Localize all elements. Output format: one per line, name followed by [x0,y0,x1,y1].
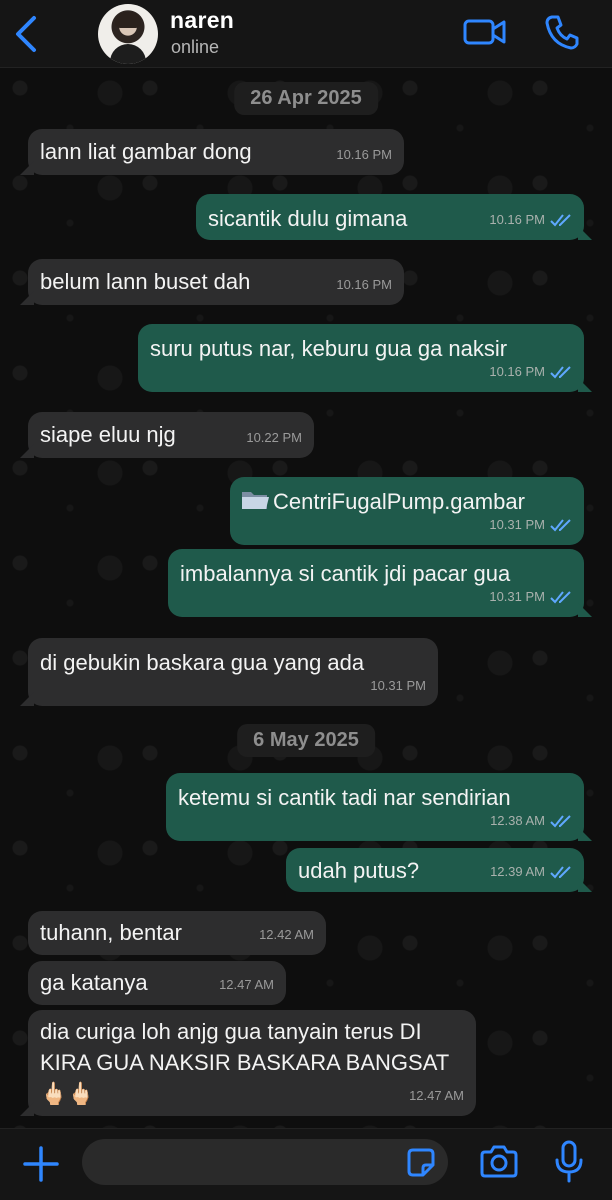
chat-header: naren online [0,0,612,68]
message-incoming[interactable]: di gebukin baskara gua yang ada 10.31 PM [20,638,438,706]
message-time: 10.16 PM [489,212,545,227]
folder-icon [242,492,269,509]
message-text: imbalannya si cantik jdi pacar gua [180,561,511,586]
message-text: ga katanya [40,970,148,995]
double-check-icon [550,365,571,378]
message-time: 12.47 AM [219,977,274,992]
message-input[interactable] [82,1139,448,1185]
message-meta: 12.38 AM [490,806,572,835]
message-outgoing[interactable]: suru putus nar, keburu gua ga naksir 10.… [138,324,592,392]
message-incoming[interactable]: ga katanya 12.47 AM [28,961,286,1005]
double-check-icon [550,518,571,531]
message-time: 12.42 AM [259,927,314,942]
file-name-text: CentriFugalPump.gambar [273,489,525,514]
message-meta: 10.16 PM [489,357,572,386]
message-time: 10.31 PM [489,589,545,604]
date-separator: 6 May 2025 [237,724,375,757]
message-text: lann liat gambar dong [40,139,252,164]
message-time: 12.47 AM [409,1088,464,1103]
message-incoming[interactable]: belum lann buset dah 10.16 PM [20,259,404,305]
sticker-icon[interactable] [404,1146,438,1180]
message-time: 10.31 PM [370,678,426,693]
message-time: 10.16 PM [336,277,392,292]
video-camera-icon[interactable] [462,14,508,50]
double-check-icon [550,590,571,603]
message-outgoing[interactable]: sicantik dulu gimana 10.16 PM [196,194,592,240]
double-check-icon [550,213,571,226]
message-meta: 10.31 PM [489,510,572,539]
message-text: di gebukin baskara gua yang ada [40,650,365,675]
message-incoming[interactable]: siape eluu njg 10.22 PM [20,412,314,458]
camera-icon[interactable] [478,1144,520,1180]
message-time: 12.38 AM [490,813,545,828]
message-incoming[interactable]: lann liat gambar dong 10.16 PM [20,129,404,175]
message-text: tuhann, bentar [40,920,182,945]
message-meta: 10.31 PM [489,582,572,611]
double-check-icon [550,814,571,827]
message-time: 10.31 PM [489,517,545,532]
file-name[interactable]: CentriFugalPump.gambar [240,487,525,516]
double-check-icon [550,865,571,878]
message-text: ketemu si cantik tadi nar sendirian [178,785,511,810]
avatar[interactable] [98,4,158,64]
chat-area: 26 Apr 2025 lann liat gambar dong 10.16 … [0,68,612,1128]
plus-icon[interactable] [20,1143,62,1185]
message-incoming[interactable]: dia curiga loh anjg gua tanyain terus DI… [20,1010,476,1116]
message-incoming[interactable]: tuhann, bentar 12.42 AM [28,911,326,955]
contact-name[interactable]: naren [170,7,234,34]
phone-icon[interactable] [544,13,580,51]
message-text: belum lann buset dah [40,269,251,294]
message-outgoing[interactable]: imbalannya si cantik jdi pacar gua 10.31… [168,549,592,617]
message-time: 10.16 PM [489,364,545,379]
message-time: 10.22 PM [246,430,302,445]
contact-status: online [171,37,220,57]
message-outgoing[interactable]: ketemu si cantik tadi nar sendirian 12.3… [166,773,592,841]
chevron-left-icon[interactable] [10,12,44,56]
message-time: 10.16 PM [336,147,392,162]
message-text: dia curiga loh anjg gua tanyain terus DI… [40,1019,449,1106]
message-meta: 10.16 PM [489,205,572,234]
message-text: udah putus? [298,858,420,883]
microphone-icon[interactable] [553,1140,585,1184]
message-text: siape eluu njg [40,422,176,447]
message-text: sicantik dulu gimana [208,206,408,231]
message-text: suru putus nar, keburu gua ga naksir [150,336,508,361]
message-meta: 12.39 AM [490,857,572,886]
file-message[interactable]: CentriFugalPump.gambar 10.31 PM [230,477,584,545]
message-outgoing[interactable]: udah putus? 12.39 AM [286,848,592,892]
date-separator: 26 Apr 2025 [234,82,378,115]
message-time: 12.39 AM [490,864,545,879]
composer-bar [0,1128,612,1200]
